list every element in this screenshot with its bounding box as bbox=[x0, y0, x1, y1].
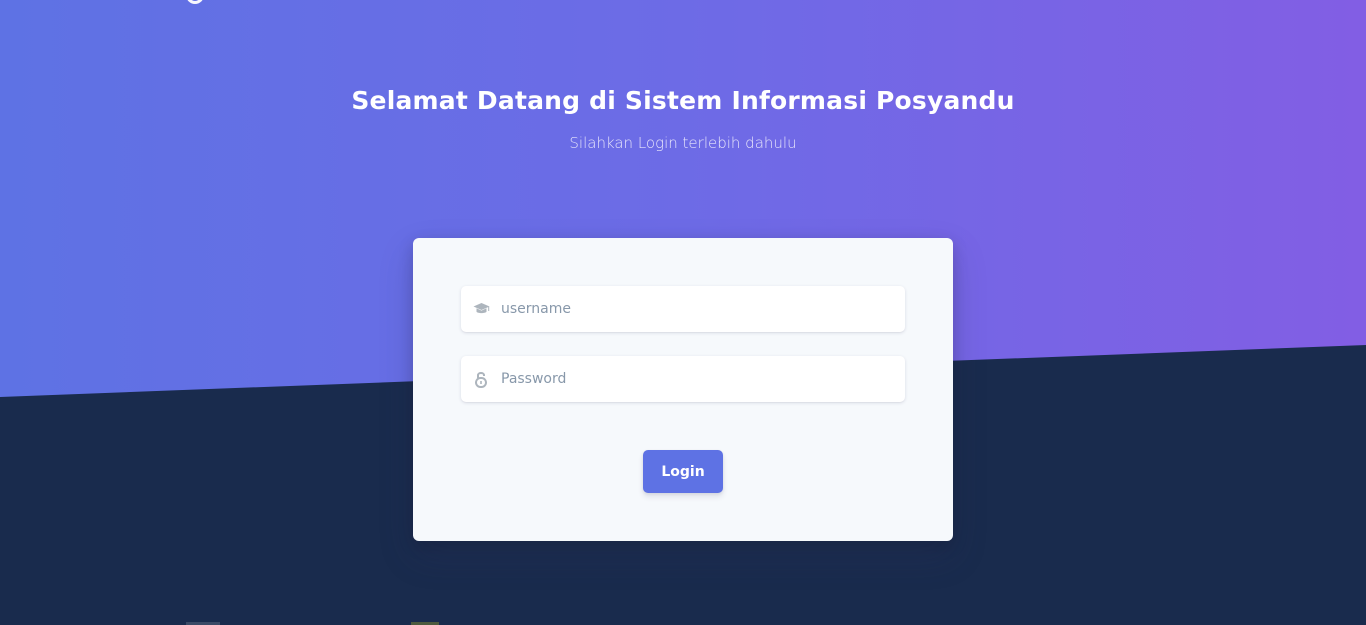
login-page: Selamat Datang di Sistem Informasi Posya… bbox=[0, 0, 1366, 625]
login-button[interactable]: Login bbox=[643, 450, 723, 493]
graduation-cap-icon bbox=[461, 286, 501, 332]
page-subtitle: Silahkan Login terlebih dahulu bbox=[569, 134, 797, 152]
password-input[interactable] bbox=[501, 357, 905, 401]
login-card: Login bbox=[413, 238, 953, 541]
username-input[interactable] bbox=[501, 287, 905, 331]
username-input-group bbox=[461, 286, 905, 332]
password-input-group bbox=[461, 356, 905, 402]
unlock-icon bbox=[461, 356, 501, 402]
page-title: Selamat Datang di Sistem Informasi Posya… bbox=[351, 86, 1015, 115]
